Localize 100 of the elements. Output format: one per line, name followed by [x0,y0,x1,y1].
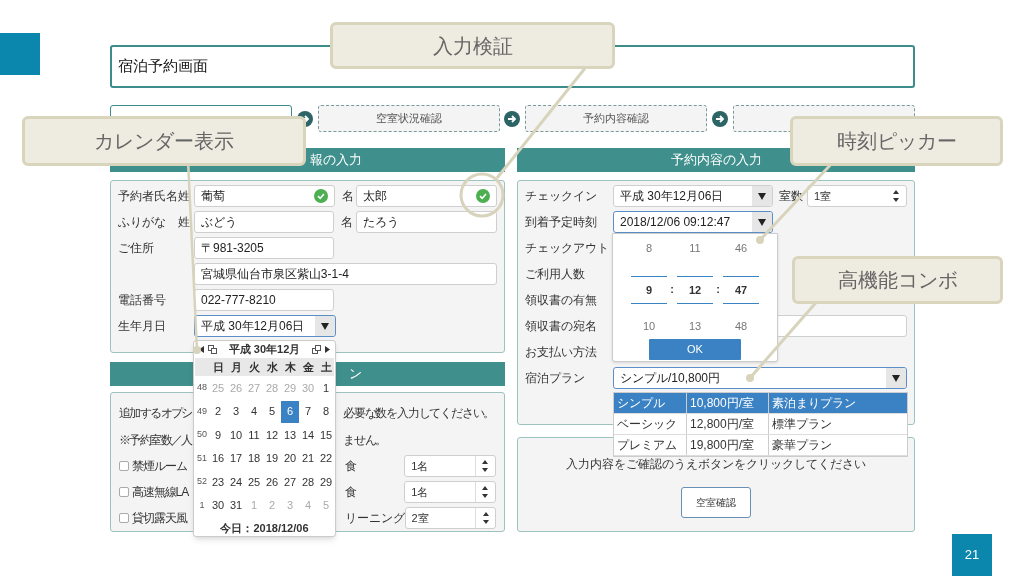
check-icon [476,189,490,203]
calendar-day[interactable]: 23 [209,471,227,494]
calendar-day[interactable]: 10 [227,424,245,447]
calendar-day[interactable]: 9 [209,424,227,447]
time-option[interactable]: 46 [734,240,748,263]
field-label: 姓 [178,188,190,205]
time-value[interactable]: 9 [631,276,667,304]
spinner-field[interactable]: 1名 [404,455,496,477]
calendar-day[interactable]: 4 [245,400,263,423]
previous-year-icon [208,345,217,355]
calendar-day[interactable]: 17 [227,447,245,470]
dropdown-caret-icon [758,218,766,226]
calendar-day[interactable]: 2 [209,400,227,423]
calendar-day[interactable]: 22 [317,447,335,470]
spinner-field[interactable]: 1室 [807,185,907,207]
field-label: 生年月日 [118,318,166,335]
calendar-day[interactable]: 29 [317,471,335,494]
calendar-day[interactable]: 16 [209,447,227,470]
calendar-day[interactable]: 14 [299,424,317,447]
input-field[interactable]: 宮城県仙台市泉区紫山3-1-4 [193,263,497,285]
calendar-day[interactable]: 19 [263,447,281,470]
dropdown-caret-icon [892,374,900,382]
input-field[interactable]: 葡萄 [194,185,335,207]
time-option[interactable]: 8 [645,240,653,263]
time-option[interactable]: 13 [688,318,702,335]
time-option[interactable]: 48 [734,318,748,335]
input-field[interactable]: 022-777-8210 [194,289,334,311]
panel-title: 予約内容の入力 [670,151,762,170]
calendar-day[interactable]: 13 [281,424,299,447]
note-text: 追加するオプシ [119,404,192,422]
calendar-day[interactable]: 21 [299,447,317,470]
checkbox[interactable] [119,461,129,471]
field-label: 領収書の有無 [525,292,598,309]
calendar-day[interactable]: 26 [263,471,281,494]
week-number: 52 [196,475,208,489]
time-value[interactable]: 12 [677,276,713,304]
calendar-day[interactable]: 12 [263,424,281,447]
time-value[interactable]: 47 [723,276,759,304]
calendar-day[interactable]: 8 [317,400,335,423]
calendar-day[interactable]: 31 [227,494,245,517]
week-number: 1 [198,499,206,512]
calendar-day[interactable]: 15 [317,424,335,447]
calendar-day[interactable]: 6 [281,400,299,423]
input-field[interactable]: ぶどう [193,211,335,233]
calendar-day[interactable]: 3 [227,400,245,423]
calendar-day[interactable]: 5 [263,400,281,423]
callout: 高機能コンボ [792,256,1003,304]
field-label: 宿泊プラン [525,370,586,387]
calendar-day[interactable]: 28 [299,471,317,494]
spinner-field[interactable]: 2室 [404,507,496,529]
field-label: 予約者氏名 [118,188,178,205]
panel-title: ン [349,365,362,384]
checkbox[interactable] [119,513,129,523]
calendar-month: 平成 30年12月 [227,342,302,358]
option-label: 食 [344,484,358,501]
field-label: 名 [341,214,355,231]
select-field[interactable]: 平成 30年12月06日 [194,315,336,337]
calendar-day[interactable]: 20 [281,447,299,470]
note-text: 必要な数を入力してください。 [343,404,495,422]
dropdown-row[interactable]: ベーシック 12,800円/室 標準プラン [614,414,907,435]
note-text: ※予約室数／人 [119,431,192,449]
step-box: 予約内容確認 [525,105,708,132]
calendar-day[interactable]: 30 [209,494,227,517]
field-label: 姓 [177,214,190,231]
calendar-day[interactable]: 1 [317,377,335,400]
dropdown-caret-icon [321,322,329,330]
calendar-day[interactable]: 7 [299,400,317,423]
dropdown-row[interactable]: シンプル 10,800円/室 素泊まりプラン [614,393,907,414]
input-field[interactable]: 太郎 [356,185,497,207]
combo-box[interactable]: シンプル/10,800円 [613,367,907,389]
week-number: 51 [196,451,208,465]
field-label: ご住所 [118,240,154,257]
calendar-day[interactable]: 27 [281,471,299,494]
time-option[interactable]: 10 [642,318,656,335]
spinner-field[interactable]: 1名 [404,481,496,503]
checkbox-label: 禁煙ルーム [131,458,187,475]
weekday-label: 月 [229,360,243,375]
ok-button[interactable]: OK [649,338,741,360]
field-label: お支払い方法 [525,344,598,361]
option-label: リーニング [344,510,405,527]
instruction-text: 入力内容をご確認のうえボタンをクリックしてください [566,456,866,473]
select-field[interactable]: 平成 30年12月06日 [613,185,773,207]
input-field[interactable]: 〒981-3205 [194,237,334,259]
calendar-day[interactable]: 18 [245,447,263,470]
check-availability-button[interactable]: 空室確認 [681,487,751,518]
select-field[interactable]: 2018/12/06 09:12:47 [613,211,773,233]
field-label: チェックアウト [525,240,610,257]
step-box: 空室状況確認 [317,105,500,132]
dropdown-row[interactable]: プレミアム 19,800円/室 豪華プラン [614,435,907,456]
calendar-day[interactable]: 25 [245,471,263,494]
checkbox[interactable] [119,487,129,497]
field-label: 電話番号 [118,292,166,309]
panel-title: 報の入力 [310,151,362,170]
input-field[interactable]: たろう [356,211,497,233]
calendar-day[interactable]: 24 [227,471,245,494]
today-label: 今日：2018/12/06 [219,520,310,536]
note-text: ません。 [343,431,387,449]
time-option[interactable]: 11 [689,240,701,263]
calendar-day[interactable]: 11 [245,424,263,447]
dropdown-caret-icon [758,192,766,200]
